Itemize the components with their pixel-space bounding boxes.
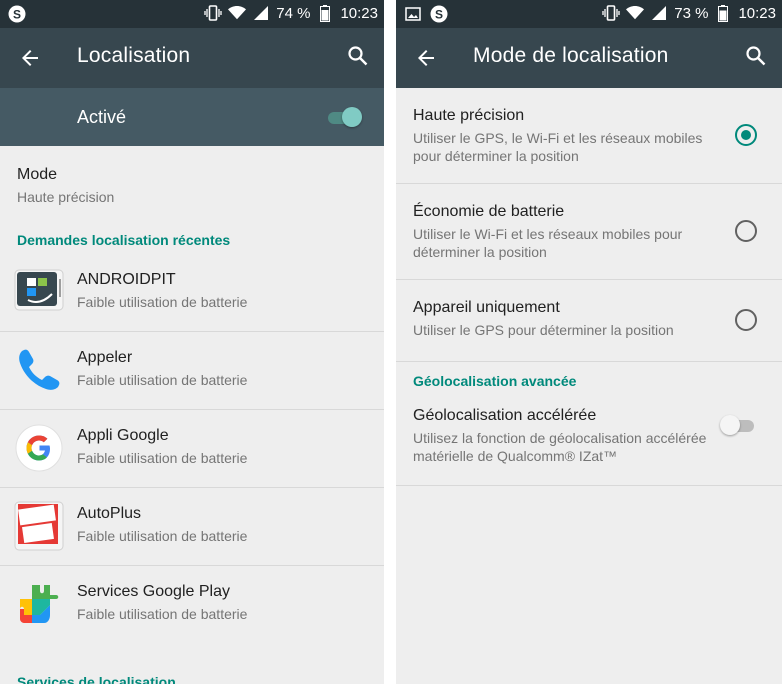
signal-icon (252, 4, 270, 22)
radio-button-selected[interactable] (735, 124, 757, 146)
skype-icon: S (8, 5, 26, 23)
app-bar: Localisation (0, 28, 384, 88)
advanced-geolocation-header: Géolocalisation avancée (413, 373, 577, 389)
mode-title: Mode (17, 166, 58, 183)
option-title: Haute précision (413, 107, 525, 124)
accelerated-geolocation-toggle[interactable] (720, 414, 756, 436)
image-icon (404, 5, 422, 23)
accelerated-geolocation-setting[interactable]: Géolocalisation accélérée Utilisez la fo… (396, 394, 782, 486)
vibrate-icon (602, 4, 620, 22)
app-bar: Mode de localisation (396, 28, 782, 88)
app-name: Appli Google (77, 427, 169, 444)
search-icon[interactable] (744, 44, 768, 68)
svg-text:S: S (435, 8, 443, 22)
list-item-services-google-play[interactable]: Services Google Play Faible utilisation … (0, 566, 384, 644)
app-battery-usage: Faible utilisation de batterie (77, 372, 248, 388)
mode-setting[interactable]: Mode Haute précision (0, 146, 384, 224)
page-title: Localisation (77, 44, 191, 67)
phone-icon (14, 345, 64, 395)
setting-title: Géolocalisation accélérée (413, 407, 597, 424)
master-switch-label: Activé (77, 107, 127, 127)
app-name: Services Google Play (77, 583, 230, 600)
app-battery-usage: Faible utilisation de batterie (77, 294, 248, 310)
list-item-appli-google[interactable]: Appli Google Faible utilisation de batte… (0, 410, 384, 488)
radio-button[interactable] (735, 220, 757, 242)
list-item-appeler[interactable]: Appeler Faible utilisation de batterie (0, 332, 384, 410)
mode-option-battery-saving[interactable]: Économie de batterie Utiliser le Wi-Fi e… (396, 184, 782, 280)
back-arrow-icon[interactable] (414, 46, 438, 70)
clock: 10:23 (340, 4, 378, 22)
radio-button[interactable] (735, 309, 757, 331)
google-icon (14, 423, 64, 473)
option-title: Appareil uniquement (413, 299, 560, 316)
mode-value: Haute précision (17, 189, 115, 205)
battery-icon (714, 4, 732, 22)
app-name: Appeler (77, 349, 133, 366)
app-battery-usage: Faible utilisation de batterie (77, 450, 248, 466)
battery-level: 73 % (674, 4, 709, 22)
mode-option-high-accuracy[interactable]: Haute précision Utiliser le GPS, le Wi-F… (396, 88, 782, 184)
list-item-autoplus[interactable]: AutoPlus Faible utilisation de batterie (0, 488, 384, 566)
list-item-androidpit[interactable]: ANDROIDPIT Faible utilisation de batteri… (0, 254, 384, 332)
search-icon[interactable] (346, 44, 370, 68)
svg-text:S: S (13, 8, 21, 22)
app-battery-usage: Faible utilisation de batterie (77, 606, 248, 622)
option-title: Économie de batterie (413, 203, 565, 220)
wifi-icon (228, 4, 247, 22)
app-name: ANDROIDPIT (77, 271, 176, 288)
battery-icon (316, 4, 334, 22)
signal-icon (650, 4, 668, 22)
battery-level: 74 % (276, 4, 311, 22)
wifi-icon (626, 4, 645, 22)
option-description: Utiliser le Wi-Fi et les réseaux mobiles… (413, 226, 683, 260)
location-settings-screen: S 74 % 10:23 Localisation Activé Mode Ha… (0, 0, 384, 684)
play-services-icon (14, 579, 64, 629)
option-description: Utiliser le GPS pour déterminer la posit… (413, 322, 674, 338)
back-arrow-icon[interactable] (18, 46, 42, 70)
app-battery-usage: Faible utilisation de batterie (77, 528, 248, 544)
recent-requests-header: Demandes localisation récentes (17, 232, 231, 248)
mode-option-device-only[interactable]: Appareil uniquement Utiliser le GPS pour… (396, 280, 782, 362)
location-master-switch-row[interactable]: Activé (0, 88, 384, 146)
androidpit-icon (14, 267, 64, 317)
location-mode-screen: S 73 % 10:23 Mode de localisation Haute … (396, 0, 782, 684)
location-services-header: Services de localisation (17, 674, 176, 684)
vibrate-icon (204, 4, 222, 22)
status-bar: S 73 % 10:23 (396, 0, 782, 28)
page-title: Mode de localisation (473, 44, 669, 67)
clock: 10:23 (738, 4, 776, 22)
status-bar: S 74 % 10:23 (0, 0, 384, 28)
autoplus-icon (14, 501, 64, 551)
app-name: AutoPlus (77, 505, 142, 522)
skype-icon: S (430, 5, 448, 23)
location-toggle[interactable] (326, 106, 362, 128)
option-description: Utiliser le GPS, le Wi-Fi et les réseaux… (413, 130, 703, 164)
setting-description: Utilisez la fonction de géolocalisation … (413, 430, 707, 464)
